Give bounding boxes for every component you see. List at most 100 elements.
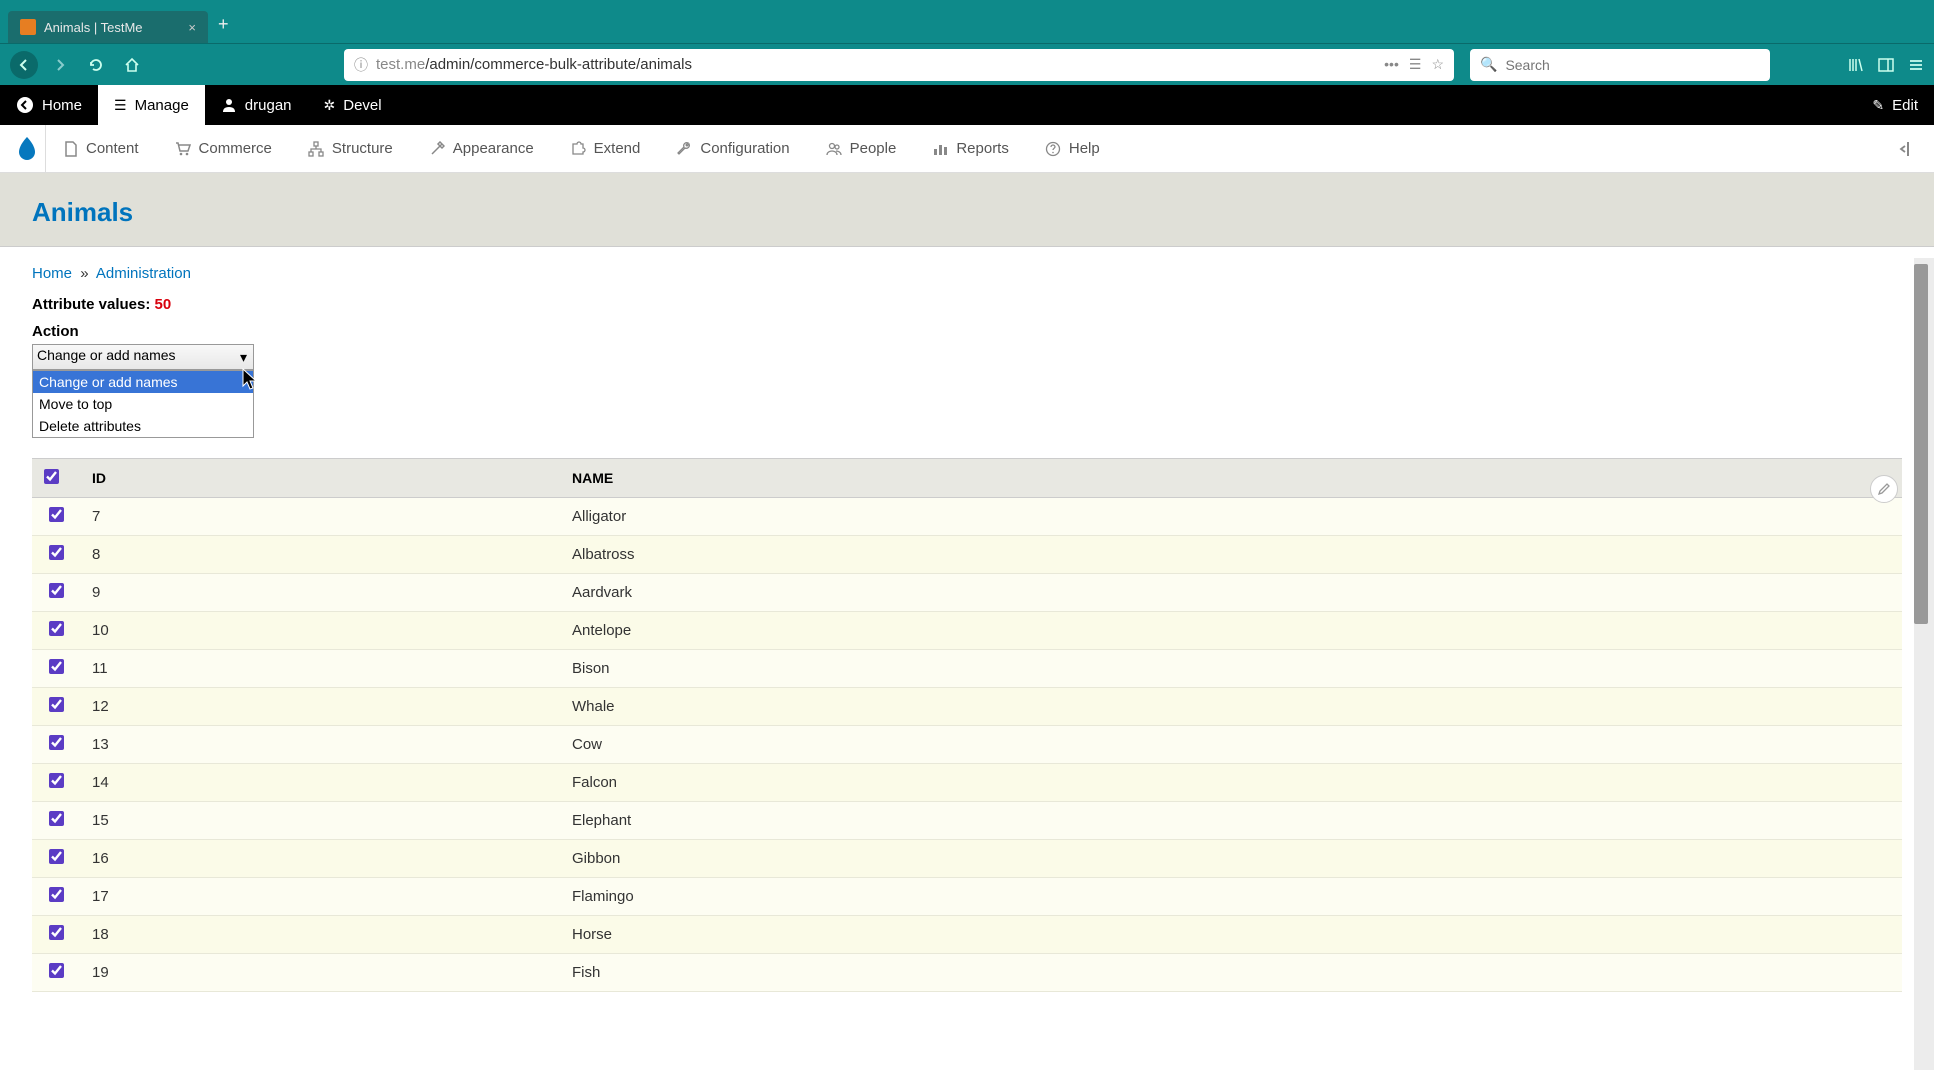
row-id: 12 bbox=[80, 688, 560, 726]
menu-collapse-button[interactable] bbox=[1882, 141, 1926, 157]
row-name: Aardvark bbox=[560, 574, 1902, 612]
action-select[interactable]: Change or add names ▾ bbox=[32, 344, 254, 370]
toolbar-edit-label: Edit bbox=[1892, 97, 1918, 114]
toolbar-user-label: drugan bbox=[245, 97, 292, 114]
dropdown-option[interactable]: Move to top bbox=[33, 393, 253, 415]
admin-toolbar: Home ☰ Manage drugan ✲ Devel ✎ Edit bbox=[0, 85, 1934, 125]
breadcrumb-admin[interactable]: Administration bbox=[96, 265, 191, 282]
row-checkbox-cell bbox=[32, 916, 80, 954]
tab-close-button[interactable]: × bbox=[188, 20, 196, 35]
reader-icon[interactable]: ☰ bbox=[1409, 56, 1422, 73]
toolbar-devel[interactable]: ✲ Devel bbox=[308, 85, 398, 125]
cart-icon bbox=[175, 141, 191, 157]
column-name-header[interactable]: NAME bbox=[560, 459, 1902, 498]
reload-button[interactable] bbox=[82, 51, 110, 79]
action-select-value: Change or add names bbox=[37, 347, 176, 363]
contextual-edit-button[interactable] bbox=[1870, 475, 1898, 503]
star-icon[interactable]: ☆ bbox=[1431, 56, 1444, 73]
row-checkbox[interactable] bbox=[49, 887, 64, 902]
info-icon[interactable]: ⓘ bbox=[354, 55, 368, 75]
row-id: 7 bbox=[80, 498, 560, 536]
url-bar[interactable]: ⓘ test.me/admin/commerce-bulk-attribute/… bbox=[344, 49, 1454, 81]
menu-extend[interactable]: Extend bbox=[552, 125, 659, 173]
dropdown-option[interactable]: Change or add names bbox=[33, 371, 253, 393]
sidebar-icon[interactable] bbox=[1878, 57, 1894, 73]
row-id: 14 bbox=[80, 764, 560, 802]
more-icon[interactable]: ••• bbox=[1384, 56, 1399, 73]
search-bar[interactable]: 🔍 bbox=[1470, 49, 1770, 81]
table-row: 7Alligator bbox=[32, 498, 1902, 536]
menu-content[interactable]: Content bbox=[46, 125, 157, 173]
row-checkbox-cell bbox=[32, 954, 80, 992]
file-icon bbox=[64, 141, 78, 157]
row-name: Bison bbox=[560, 650, 1902, 688]
row-checkbox[interactable] bbox=[49, 507, 64, 522]
row-checkbox[interactable] bbox=[49, 925, 64, 940]
attribute-values-label: Attribute values: 50 bbox=[32, 296, 1902, 313]
home-button[interactable] bbox=[118, 51, 146, 79]
row-checkbox[interactable] bbox=[49, 545, 64, 560]
puzzle-icon bbox=[570, 141, 586, 157]
breadcrumb: Home » Administration bbox=[32, 265, 1902, 282]
new-tab-button[interactable]: + bbox=[208, 6, 239, 43]
forward-button[interactable] bbox=[46, 51, 74, 79]
menu-structure[interactable]: Structure bbox=[290, 125, 411, 173]
dropdown-option[interactable]: Delete attributes bbox=[33, 415, 253, 437]
drupal-logo-icon[interactable] bbox=[8, 125, 46, 173]
row-checkbox[interactable] bbox=[49, 621, 64, 636]
action-select-wrapper: Change or add names ▾ Change or add name… bbox=[32, 344, 254, 370]
row-checkbox[interactable] bbox=[49, 849, 64, 864]
select-all-checkbox[interactable] bbox=[44, 469, 59, 484]
menu-configuration[interactable]: Configuration bbox=[658, 125, 807, 173]
row-id: 17 bbox=[80, 878, 560, 916]
menu-people[interactable]: People bbox=[808, 125, 915, 173]
breadcrumb-home[interactable]: Home bbox=[32, 265, 72, 282]
row-id: 16 bbox=[80, 840, 560, 878]
row-checkbox[interactable] bbox=[49, 963, 64, 978]
browser-tab[interactable]: Animals | TestMe × bbox=[8, 11, 208, 43]
menu-appearance[interactable]: Appearance bbox=[411, 125, 552, 173]
back-button[interactable] bbox=[10, 51, 38, 79]
row-checkbox[interactable] bbox=[49, 583, 64, 598]
toolbar-edit[interactable]: ✎ Edit bbox=[1856, 85, 1934, 125]
row-id: 9 bbox=[80, 574, 560, 612]
row-checkbox-cell bbox=[32, 574, 80, 612]
action-dropdown: Change or add names Move to top Delete a… bbox=[32, 370, 254, 438]
browser-tab-bar: Animals | TestMe × + bbox=[0, 0, 1934, 43]
row-checkbox[interactable] bbox=[49, 659, 64, 674]
toolbar-back-button[interactable]: Home bbox=[0, 85, 98, 125]
row-checkbox[interactable] bbox=[49, 811, 64, 826]
menu-icon[interactable] bbox=[1908, 57, 1924, 73]
table-row: 8Albatross bbox=[32, 536, 1902, 574]
menu-reports[interactable]: Reports bbox=[914, 125, 1027, 173]
table-row: 19Fish bbox=[32, 954, 1902, 992]
row-id: 13 bbox=[80, 726, 560, 764]
menu-people-label: People bbox=[850, 140, 897, 157]
row-name: Gibbon bbox=[560, 840, 1902, 878]
search-input[interactable] bbox=[1505, 57, 1760, 73]
library-icon[interactable] bbox=[1848, 57, 1864, 73]
appearance-icon bbox=[429, 141, 445, 157]
column-id-header[interactable]: ID bbox=[80, 459, 560, 498]
toolbar-user[interactable]: drugan bbox=[205, 85, 308, 125]
row-checkbox[interactable] bbox=[49, 697, 64, 712]
row-checkbox-cell bbox=[32, 840, 80, 878]
user-icon bbox=[221, 97, 237, 113]
menu-commerce[interactable]: Commerce bbox=[157, 125, 290, 173]
row-name: Fish bbox=[560, 954, 1902, 992]
hamburger-icon: ☰ bbox=[114, 97, 127, 114]
gear-icon: ✲ bbox=[324, 97, 336, 114]
row-checkbox[interactable] bbox=[49, 773, 64, 788]
menu-structure-label: Structure bbox=[332, 140, 393, 157]
table-row: 11Bison bbox=[32, 650, 1902, 688]
page-title: Animals bbox=[32, 197, 1902, 228]
table-row: 15Elephant bbox=[32, 802, 1902, 840]
menu-commerce-label: Commerce bbox=[199, 140, 272, 157]
row-checkbox[interactable] bbox=[49, 735, 64, 750]
row-name: Alligator bbox=[560, 498, 1902, 536]
menu-help[interactable]: Help bbox=[1027, 125, 1118, 173]
wrench-icon bbox=[676, 141, 692, 157]
toolbar-manage[interactable]: ☰ Manage bbox=[98, 85, 205, 125]
toolbar-manage-label: Manage bbox=[135, 97, 189, 114]
menu-appearance-label: Appearance bbox=[453, 140, 534, 157]
